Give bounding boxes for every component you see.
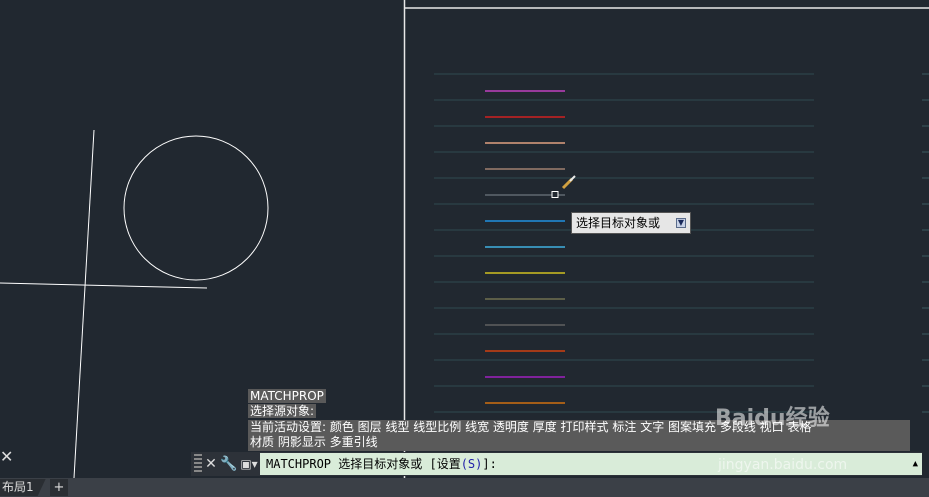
close-icon[interactable]: ✕ <box>202 454 220 474</box>
option-settings[interactable]: (S) <box>461 457 483 471</box>
history-line-1: MATCHPROP <box>248 389 326 403</box>
ruler-ticks <box>922 73 929 413</box>
circle-shape[interactable] <box>123 135 269 281</box>
wrench-icon[interactable]: 🔧 <box>220 454 238 474</box>
selection-grip[interactable] <box>551 191 559 198</box>
grid-lines <box>434 73 814 413</box>
tooltip-text: 选择目标对象或 <box>576 216 661 230</box>
command-dropdown-icon[interactable]: ▣▾ <box>238 454 260 474</box>
add-tab-button[interactable]: + <box>50 479 68 496</box>
tooltip-dropdown-icon[interactable]: ▼ <box>676 218 686 228</box>
scroll-up-icon[interactable]: ▲ <box>913 453 918 475</box>
ucs-close-icon: ✕ <box>0 447 14 466</box>
status-bar: 布局1 + <box>0 478 929 497</box>
cursor-tooltip: 选择目标对象或 ▼ <box>571 212 691 234</box>
sample-lines[interactable] <box>485 90 565 404</box>
horizontal-line[interactable] <box>0 282 208 289</box>
history-line-2: 选择源对象: <box>248 404 317 418</box>
vertical-line[interactable] <box>73 129 95 478</box>
watermark-logo: Baidu经验 <box>715 406 830 431</box>
drag-handle[interactable] <box>194 454 202 474</box>
watermark-url: jingyan.baidu.com <box>718 457 848 473</box>
tab-layout1[interactable]: 布局1 <box>0 479 46 496</box>
